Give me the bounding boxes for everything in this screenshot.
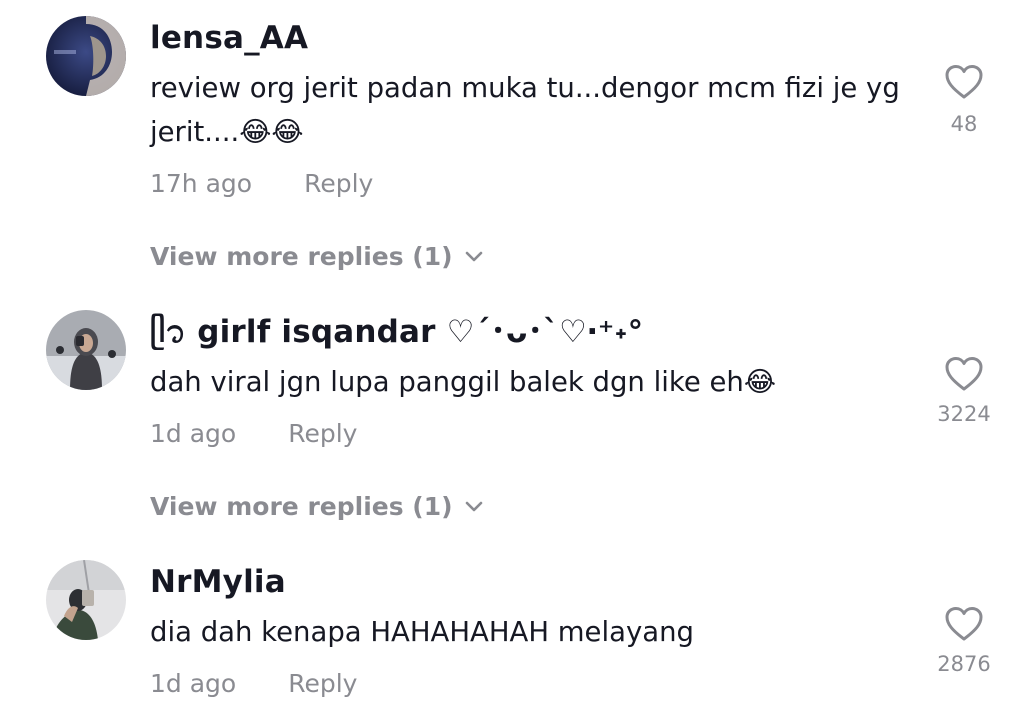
comment-timestamp: 1d ago [150, 419, 237, 448]
chevron-down-icon [465, 501, 482, 511]
avatar[interactable] [46, 16, 126, 96]
reply-button[interactable]: Reply [288, 419, 357, 448]
avatar[interactable] [46, 560, 126, 640]
chevron-down-icon [465, 251, 482, 261]
comment-text: dia dah kenapa HAHAHAHAH melayang [150, 616, 694, 648]
view-more-replies-button[interactable]: View more replies (1) [150, 490, 483, 524]
comment-meta: 17h ago Reply [150, 167, 373, 201]
comment-text: review org jerit padan muka tu...dengor … [150, 72, 900, 148]
view-more-replies-button[interactable]: View more replies (1) [150, 240, 483, 274]
comment-list: lensa_AA review org jerit padan muka tu.… [0, 0, 1028, 704]
comment-timestamp: 1d ago [150, 669, 237, 698]
comment-username[interactable]: ᥫ᭡ girlf isqandar ♡´･ᴗ･`♡‧⁺˖° [150, 312, 643, 352]
like-count: 3224 [937, 402, 991, 426]
view-more-replies-label: View more replies (1) [150, 242, 453, 271]
comment-meta: 1d ago Reply [150, 667, 357, 701]
reply-button[interactable]: Reply [288, 669, 357, 698]
comment-timestamp: 17h ago [150, 169, 253, 198]
comment-username[interactable]: NrMylia [150, 562, 286, 602]
avatar[interactable] [46, 310, 126, 390]
comment-username[interactable]: lensa_AA [150, 18, 308, 58]
heart-outline-icon[interactable] [944, 606, 984, 642]
heart-outline-icon[interactable] [944, 64, 984, 100]
like-button[interactable]: 2876 [928, 606, 1000, 677]
comment-meta: 1d ago Reply [150, 417, 357, 451]
like-button[interactable]: 3224 [928, 356, 1000, 427]
reply-button[interactable]: Reply [304, 169, 373, 198]
view-more-replies-label: View more replies (1) [150, 492, 453, 521]
heart-outline-icon[interactable] [944, 356, 984, 392]
like-button[interactable]: 48 [928, 64, 1000, 137]
like-count: 2876 [937, 652, 991, 676]
like-count: 48 [950, 112, 978, 136]
comment-text: dah viral jgn lupa panggil balek dgn lik… [150, 366, 776, 398]
